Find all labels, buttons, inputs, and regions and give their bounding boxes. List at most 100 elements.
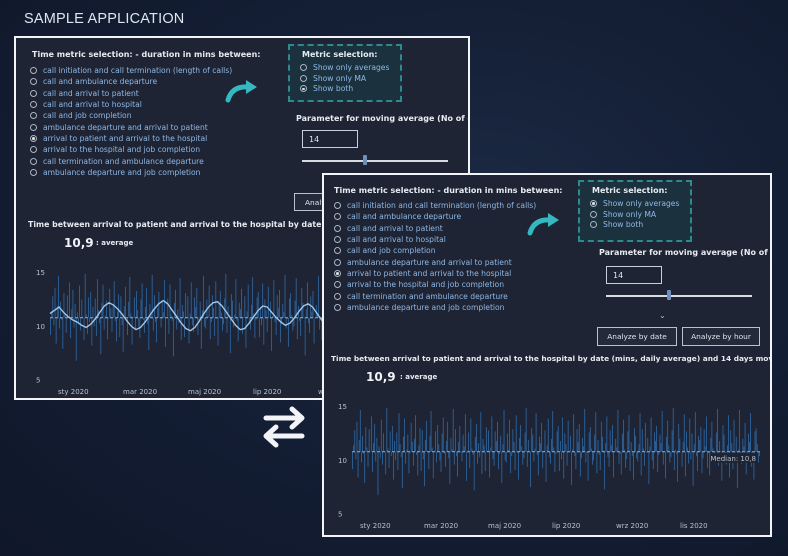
radio-selected-icon[interactable] [334,269,341,277]
time-metric-option[interactable]: ambulance departure and arrival to patie… [30,121,232,132]
metric-option[interactable]: Show only averages [590,198,680,209]
analyze-by-hour-button[interactable]: Analyze by hour [682,327,760,346]
metric-option[interactable]: Show both [590,220,680,231]
moving-average-input[interactable]: 14 [302,130,358,148]
radio-icon[interactable] [300,74,307,82]
time-metric-title: Time metric selection: - duration in min… [32,50,261,59]
kpi-average-value: 10,9 [64,236,94,250]
x-tick-label: mar 2020 [123,388,157,396]
radio-icon[interactable] [334,258,341,266]
x-tick-label: sty 2020 [58,388,89,396]
chevron-down-icon: ⌄ [659,311,666,320]
metric-selection-options: Show only averages Show only MA Show bot… [590,198,680,230]
radio-icon[interactable] [30,101,37,109]
radio-icon[interactable] [30,67,37,75]
x-tick-label: maj 2020 [488,522,521,530]
radio-icon[interactable] [334,202,341,210]
time-metric-option[interactable]: ambulance departure and arrival to patie… [334,256,536,267]
time-metric-option[interactable]: arrival to patient and arrival to the ho… [334,268,536,279]
moving-average-slider-track[interactable] [302,160,448,162]
front-screenshot: Time metric selection: - duration in min… [322,173,772,537]
radio-icon[interactable] [334,292,341,300]
time-metric-option[interactable]: arrival to patient and arrival to the ho… [30,133,232,144]
time-metric-option[interactable]: call and ambulance departure [30,76,232,87]
radio-icon[interactable] [30,146,37,154]
kpi-average-label: : average [96,239,134,247]
radio-icon[interactable] [334,281,341,289]
time-metric-option[interactable]: arrival to the hospital and job completi… [30,144,232,155]
time-metric-option[interactable]: call and arrival to hospital [334,234,536,245]
daily-series [352,407,760,495]
analyze-by-date-button[interactable]: Analyze by date [597,327,677,346]
time-metric-options: call initiation and call termination (le… [334,200,536,313]
time-metric-option[interactable]: ambulance departure and job completion [334,302,536,313]
time-metric-option[interactable]: call and job completion [30,110,232,121]
time-metric-title: Time metric selection: - duration in min… [334,186,563,195]
y-tick-label: 5 [338,511,342,519]
radio-icon[interactable] [334,247,341,255]
x-tick-label: wrz 2020 [616,522,648,530]
radio-icon[interactable] [334,236,341,244]
time-metric-option[interactable]: call and job completion [334,245,536,256]
metric-selection-box: Metric selection: Show only averages Sho… [578,180,692,242]
moving-average-slider-track[interactable] [606,295,752,297]
moving-average-slider-thumb[interactable] [666,290,671,300]
metric-option[interactable]: Show both [300,84,390,95]
moving-average-label: Parameter for moving average (No of days… [296,114,468,123]
metric-selection-box: Metric selection: Show only averages Sho… [288,44,402,102]
x-tick-label: lip 2020 [552,522,580,530]
median-label: Median: 10,8 [710,455,756,463]
swap-arrows-icon [263,406,305,448]
metric-selection-title: Metric selection: [302,50,378,59]
radio-icon[interactable] [30,123,37,131]
radio-icon[interactable] [30,78,37,86]
app-title: SAMPLE APPLICATION [24,11,185,27]
x-tick-label: sty 2020 [360,522,391,530]
time-metric-option[interactable]: call termination and ambulance departure [334,290,536,301]
radio-icon[interactable] [300,63,307,71]
time-metric-option[interactable]: call and arrival to hospital [30,99,232,110]
time-metric-option[interactable]: ambulance departure and job completion [30,167,232,178]
time-metric-option[interactable]: call and ambulance departure [334,211,536,222]
daily-average-chart: 15 10 5 Median: 10,8 sty 2020 mar 2020 maj 202… [338,403,760,530]
time-metric-option[interactable]: call and arrival to patient [334,223,536,234]
radio-icon[interactable] [30,157,37,165]
curved-arrow-icon [527,213,559,236]
y-tick-label: 5 [36,377,40,385]
radio-icon[interactable] [30,112,37,120]
curved-arrow-icon [225,80,257,103]
chart-title: Time between arrival to patient and arri… [331,354,772,363]
radio-icon[interactable] [30,89,37,97]
time-metric-option[interactable]: call termination and ambulance departure [30,155,232,166]
moving-average-slider-thumb[interactable] [362,155,367,165]
time-metric-options: call initiation and call termination (le… [30,65,232,178]
y-tick-label: 10 [36,323,45,331]
y-tick-label: 10 [338,457,347,465]
x-tick-label: lip 2020 [253,388,281,396]
radio-icon[interactable] [334,213,341,221]
radio-icon[interactable] [590,221,597,229]
metric-selection-options: Show only averages Show only MA Show bot… [300,62,390,94]
y-tick-label: 15 [36,269,45,277]
radio-selected-icon[interactable] [300,85,307,93]
time-metric-option[interactable]: arrival to the hospital and job completi… [334,279,536,290]
time-metric-option[interactable]: call initiation and call termination (le… [334,200,536,211]
metric-option[interactable]: Show only MA [590,209,680,220]
moving-average-input[interactable]: 14 [606,266,662,284]
radio-selected-icon[interactable] [30,134,37,142]
x-tick-label: maj 2020 [188,388,221,396]
radio-selected-icon[interactable] [590,199,597,207]
metric-option[interactable]: Show only MA [300,73,390,84]
metric-option[interactable]: Show only averages [300,62,390,73]
radio-icon[interactable] [590,210,597,218]
radio-icon[interactable] [334,303,341,311]
radio-icon[interactable] [30,168,37,176]
time-metric-option[interactable]: call and arrival to patient [30,88,232,99]
x-tick-label: lis 2020 [680,522,708,530]
metric-selection-title: Metric selection: [592,186,668,195]
kpi-average-label: : average [400,373,438,381]
time-metric-option[interactable]: call initiation and call termination (le… [30,65,232,76]
radio-icon[interactable] [334,224,341,232]
moving-average-label: Parameter for moving average (No of days… [599,248,770,257]
kpi-average-value: 10,9 [366,370,396,384]
